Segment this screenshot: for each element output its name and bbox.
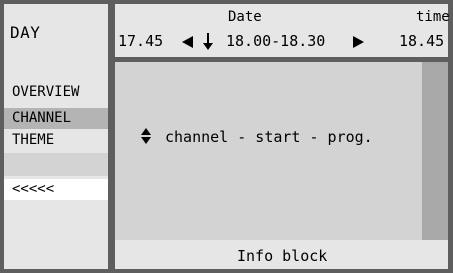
menu-item-channel[interactable]: CHANNEL xyxy=(4,108,108,129)
scrollbar[interactable] xyxy=(422,62,448,240)
main-content xyxy=(115,62,422,240)
menu-item-overview[interactable]: OVERVIEW xyxy=(4,82,108,103)
current-time-slot: 18.00-18.30 xyxy=(226,32,326,50)
left-arrow-icon[interactable] xyxy=(182,36,193,48)
menu-item-label: OVERVIEW xyxy=(12,84,80,100)
sort-order-label[interactable]: channel - start - prog. xyxy=(165,129,373,145)
menu-item-back[interactable]: <<<<< xyxy=(4,179,108,200)
sort-up-down-icon[interactable] xyxy=(141,128,151,144)
prev-time-slot[interactable]: 17.45 xyxy=(118,33,163,49)
next-time-slot[interactable]: 18.45 xyxy=(399,33,444,49)
menu-item-empty[interactable] xyxy=(4,153,108,176)
menu-item-label: CHANNEL xyxy=(12,110,72,126)
menu-item-label: <<<<< xyxy=(12,181,55,197)
right-arrow-icon[interactable] xyxy=(353,36,364,48)
info-block-label: Info block xyxy=(237,247,328,265)
menu-item-label: THEME xyxy=(12,132,55,148)
day-label: DAY xyxy=(10,23,41,42)
time-label: time xyxy=(416,9,450,25)
menu-item-theme[interactable]: THEME xyxy=(4,130,108,151)
date-label: Date xyxy=(228,9,262,25)
down-arrow-icon xyxy=(203,33,213,50)
